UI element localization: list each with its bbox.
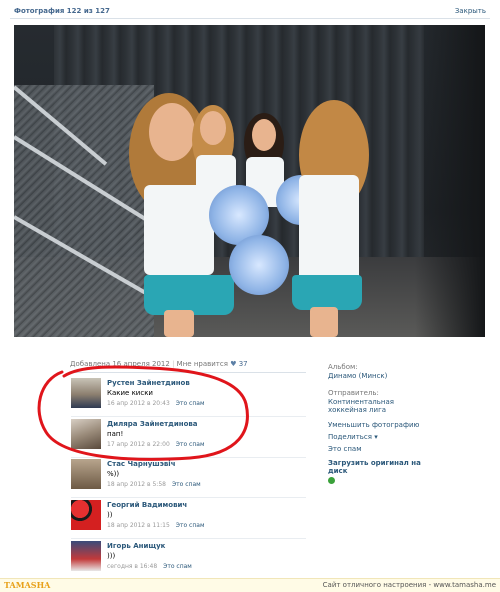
- spam-link[interactable]: Это спам: [163, 563, 192, 570]
- viewer-header: Фотография 122 из 127 Закрыть: [10, 6, 490, 19]
- like-count: 37: [238, 360, 248, 368]
- sender-block: Отправитель: Континентальная хоккейная л…: [328, 389, 428, 414]
- sender-link[interactable]: Континентальная хоккейная лига: [328, 398, 428, 414]
- comment-meta: сегодня в 16:48 Это спам: [107, 563, 192, 570]
- comment-text: Какие киски: [107, 389, 153, 397]
- reduce-photo-link[interactable]: Уменьшить фотографию: [328, 421, 428, 429]
- comment-author[interactable]: Георгий Вадимович: [107, 501, 187, 509]
- comment-text: ))): [107, 552, 116, 560]
- cheerleader-face: [149, 103, 195, 161]
- comment-author[interactable]: Стас Чарнушэвіч: [107, 460, 176, 468]
- comment-date: сегодня в 16:48: [107, 563, 158, 570]
- comment-item: Рустен Зайнетдинов Какие киски 16 апр 20…: [71, 378, 306, 417]
- pompom: [229, 235, 289, 295]
- spam-link[interactable]: Это спам: [176, 522, 205, 529]
- spam-link[interactable]: Это спам: [176, 400, 205, 407]
- comment-author[interactable]: Рустен Зайнетдинов: [107, 379, 190, 387]
- comment-item: Георгий Вадимович )) 18 апр 2012 в 11:15…: [71, 500, 306, 539]
- comment-date: 18 апр 2012 в 11:15: [107, 522, 170, 529]
- tamasha-logo: TAMASHA: [4, 580, 51, 590]
- comment-text: )): [107, 511, 113, 519]
- cheerleader-face: [252, 119, 276, 151]
- photo-meta: Добавлена 16 апреля 2012 | Мне нравится …: [70, 360, 306, 373]
- like-button[interactable]: Мне нравится ♥ 37: [177, 360, 248, 368]
- avatar[interactable]: [71, 419, 101, 449]
- cheerleader-skirt: [292, 275, 362, 310]
- like-label: Мне нравится: [176, 360, 228, 368]
- status-dot-icon: [328, 476, 335, 484]
- comment-date: 16 апр 2012 в 20:43: [107, 400, 170, 407]
- comment-author[interactable]: Диляра Зайнетдинова: [107, 420, 198, 428]
- sender-label: Отправитель:: [328, 389, 379, 397]
- comment-text: пап!: [107, 430, 124, 438]
- comment-meta: 17 апр 2012 в 22:00 Это спам: [107, 441, 204, 448]
- download-status: [328, 476, 428, 484]
- avatar[interactable]: [71, 459, 101, 489]
- avatar[interactable]: [71, 500, 101, 530]
- cheerleader-leg: [164, 310, 194, 337]
- added-date: Добавлена 16 апреля 2012: [70, 360, 170, 368]
- comment-meta: 18 апр 2012 в 11:15 Это спам: [107, 522, 204, 529]
- cheerleader-face: [200, 111, 226, 145]
- album-block: Альбом: Динамо (Минск): [328, 363, 428, 380]
- album-link[interactable]: Динамо (Минск): [328, 372, 428, 380]
- comment-meta: 16 апр 2012 в 20:43 Это спам: [107, 400, 204, 407]
- comment-author[interactable]: Игорь Анищук: [107, 542, 165, 550]
- share-link[interactable]: Поделиться ▾: [328, 433, 428, 441]
- album-label: Альбом:: [328, 363, 358, 371]
- cheerleader-top: [299, 175, 359, 285]
- cheerleader-skirt: [144, 275, 234, 315]
- comment-meta: 18 апр 2012 в 5:58 Это спам: [107, 481, 201, 488]
- photo[interactable]: [14, 25, 485, 337]
- close-link[interactable]: Закрыть: [455, 7, 486, 15]
- spam-link[interactable]: Это спам: [328, 445, 428, 453]
- avatar[interactable]: [71, 378, 101, 408]
- comment-date: 17 апр 2012 в 22:00: [107, 441, 170, 448]
- photo-counter: Фотография 122 из 127: [14, 7, 110, 15]
- comment-text: %)): [107, 470, 120, 478]
- comment-item: Игорь Анищук ))) сегодня в 16:48 Это спам: [71, 541, 306, 579]
- spam-link[interactable]: Это спам: [172, 481, 201, 488]
- watermark-bar: TAMASHA Сайт отличного настроения - www.…: [0, 578, 500, 592]
- site-slogan: Сайт отличного настроения - www.tamasha.…: [322, 581, 496, 589]
- avatar[interactable]: [71, 541, 101, 571]
- heart-icon: ♥: [230, 360, 237, 368]
- comment-date: 18 апр 2012 в 5:58: [107, 481, 166, 488]
- photo-shadow: [415, 25, 485, 337]
- comment-item: Диляра Зайнетдинова пап! 17 апр 2012 в 2…: [71, 419, 306, 458]
- spam-link[interactable]: Это спам: [176, 441, 205, 448]
- download-original-link[interactable]: Загрузить оригинал на диск: [328, 459, 428, 475]
- comment-item: Стас Чарнушэвіч %)) 18 апр 2012 в 5:58 Эт…: [71, 459, 306, 498]
- cheerleader-leg: [310, 307, 338, 337]
